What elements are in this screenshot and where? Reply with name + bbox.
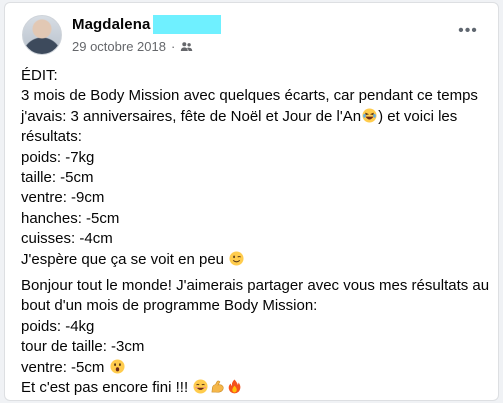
text-line: poids: -4kg [21,317,95,335]
laughing-face-icon [362,108,377,123]
text-line-with-emoji: j'avais: 3 anniversaires, fête de Noël e… [21,107,488,127]
text-line: cuisses: -4cm [21,230,113,248]
post-date[interactable]: 29 octobre 2018 [72,39,166,54]
post-paragraph-original: Bonjour tout le monde! J'aimerais partag… [21,276,490,398]
post-card: Magdalena 29 octobre 2018 · ••• ÉDIT: 3 … [4,2,499,401]
text-line-part: J'espère que ça se voit en peu [21,250,224,268]
text-line: taille: -5cm [21,169,94,187]
text-line-part: ventre: -5cm [21,358,105,376]
text-line: ventre: -9cm [21,189,105,207]
post-body: ÉDIT: 3 mois de Body Mission avec quelqu… [21,66,490,399]
friends-icon[interactable] [180,40,193,53]
author-row: Magdalena [72,14,222,34]
text-line-with-emoji: J'espère que ça se voit en peu [21,250,488,270]
text-line: 3 mois de Body Mission avec quelques éca… [21,87,478,105]
winking-face-icon [229,251,244,266]
text-line-with-emoji: Et c'est pas encore fini !!! [21,378,488,398]
text-line-with-emoji: ventre: -5cm [21,358,488,378]
text-line: Bonjour tout le monde! J'aimerais partag… [21,277,490,295]
surprised-face-icon [110,359,125,374]
text-line: résultats: [21,128,82,146]
meta-separator: · [170,38,176,54]
text-line: poids: -7kg [21,148,95,166]
avatar[interactable] [22,15,62,55]
text-line: hanches: -5cm [21,209,120,227]
text-line: tour de taille: -3cm [21,338,145,356]
more-horizontal-icon: ••• [458,22,478,39]
flexed-biceps-icon [211,380,224,393]
redacted-surname [153,14,222,34]
text-line: ÉDIT: [21,67,58,84]
author-name[interactable]: Magdalena [72,16,150,33]
post-meta: 29 octobre 2018 · [72,37,193,55]
text-line-part: ) et voici les [378,107,458,125]
smiling-face-icon [193,379,208,394]
more-options-button[interactable]: ••• [454,22,482,40]
post-paragraph-edit: ÉDIT: 3 mois de Body Mission avec quelqu… [21,66,488,270]
text-line-part: j'avais: 3 anniversaires, fête de Noël e… [21,107,362,125]
text-line: bout d'un mois de programme Body Mission… [21,297,318,315]
fire-icon [228,379,241,394]
post-header: Magdalena 29 octobre 2018 · ••• [22,14,484,62]
text-line-part: Et c'est pas encore fini !!! [21,379,189,397]
